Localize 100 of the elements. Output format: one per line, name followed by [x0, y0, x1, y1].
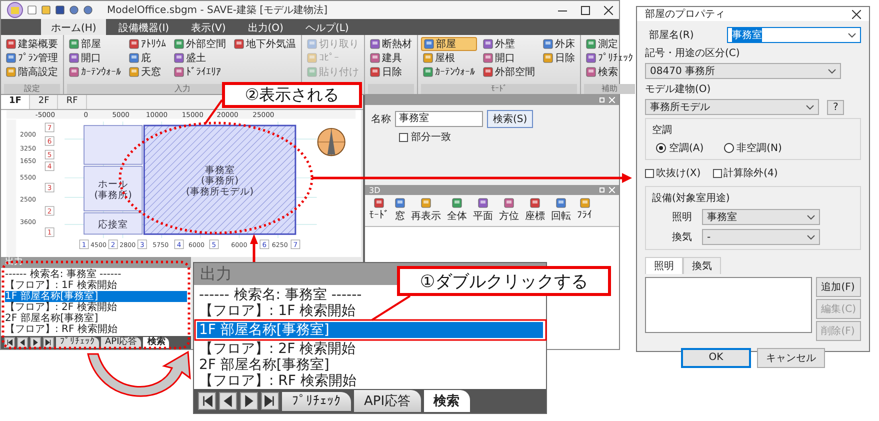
floor-tab[interactable]: 2F — [30, 95, 58, 109]
category-dropdown[interactable]: 08470 事務所 — [645, 63, 841, 79]
ribbon-button[interactable]: 盛土 — [172, 51, 228, 65]
room-area[interactable] — [84, 212, 143, 234]
ribbon-button[interactable]: 開口 — [67, 51, 123, 65]
ribbon-button[interactable]: 建具 — [368, 51, 414, 65]
menu-tab[interactable]: ホーム(H) — [41, 19, 106, 35]
ribbon-button[interactable]: 庇 — [127, 51, 168, 65]
side-button[interactable]: 追加(F) — [816, 277, 861, 297]
output-tab[interactable]: ﾌﾟﾘﾁｪｯｸ — [56, 337, 99, 348]
next-icon[interactable] — [240, 392, 258, 410]
close-icon[interactable] — [604, 6, 613, 14]
dialog-button[interactable]: キャンセル — [757, 348, 825, 368]
first-page-icon[interactable] — [198, 392, 216, 410]
output-tab[interactable]: ﾌﾟﾘﾁｪｯｸ — [282, 392, 351, 410]
search-button[interactable]: 検索(S) — [487, 110, 534, 128]
dialog-button[interactable]: OK — [681, 348, 751, 368]
next-icon[interactable] — [30, 337, 41, 348]
toolbar-button[interactable]: ﾌﾗｲ — [577, 198, 592, 223]
output-line[interactable]: 【フロア】: 1F 検索開始 — [5, 280, 187, 291]
menu-tab[interactable]: 設備機器(I) — [108, 19, 180, 35]
equipment-dropdown[interactable]: - — [702, 229, 820, 245]
toolbar-button[interactable]: 平面 — [473, 198, 493, 223]
search-field[interactable]: 事務室 — [395, 111, 483, 127]
ribbon-button[interactable]: 屋根 — [421, 51, 477, 65]
model-dropdown[interactable]: 事務所モデル — [645, 99, 819, 115]
output-line[interactable]: 2F 部屋名称[事務室] — [197, 357, 330, 373]
checkbox[interactable] — [645, 168, 654, 178]
toolbar-button[interactable]: 再表示 — [411, 198, 441, 223]
equipment-dropdown[interactable]: 事務室 — [702, 209, 820, 225]
menu-tab[interactable]: 表示(V) — [181, 19, 236, 35]
last-page-icon[interactable] — [261, 392, 279, 410]
toolbar-button[interactable]: 座標 — [525, 198, 545, 223]
checkbox[interactable] — [712, 168, 722, 178]
close-icon[interactable] — [852, 10, 861, 18]
toolbar-button[interactable]: ﾓｰﾄﾞ — [369, 198, 389, 223]
dialog-tab[interactable]: 照明 — [645, 257, 683, 274]
checkbox[interactable] — [399, 132, 408, 142]
ribbon-button[interactable]: ﾌﾟﾗﾝ管理 — [4, 51, 60, 65]
toolbar-button[interactable]: 回転 — [551, 198, 571, 223]
radio-option[interactable]: 空調(A) — [656, 141, 704, 155]
ribbon-button[interactable]: 建築概要 — [4, 37, 60, 51]
dialog-tab[interactable]: 換気 — [683, 257, 721, 274]
ribbon-button[interactable]: ﾌﾟﾘﾁｪｯｸ — [584, 51, 635, 65]
maximize-icon[interactable] — [581, 6, 590, 14]
radio-button[interactable] — [656, 143, 666, 153]
output-line[interactable]: 【フロア】: 2F 検索開始 — [5, 302, 187, 313]
output-line[interactable]: ------ 検索名: 事務室 ------ — [197, 287, 362, 303]
output-line[interactable]: ------ 検索名: 事務室 ------ — [5, 269, 187, 280]
ribbon-button[interactable]: ﾄﾞﾗｲｴﾘｱ — [172, 65, 228, 79]
room-area[interactable] — [84, 165, 143, 211]
ribbon-button[interactable]: 開口 — [481, 51, 537, 65]
menu-tab[interactable]: ヘルプ(L) — [295, 19, 359, 35]
ribbon-button[interactable]: 測定 — [584, 37, 635, 51]
ribbon-button[interactable]: 階高設定 — [4, 65, 60, 79]
toolbar-button[interactable]: 方位 — [499, 198, 519, 223]
floor-tab[interactable]: RF — [58, 95, 87, 109]
previous-icon[interactable] — [219, 392, 237, 410]
output-line[interactable]: 【フロア】: RF 検索開始 — [5, 324, 187, 335]
ribbon-button[interactable]: 外部空間 — [481, 65, 537, 79]
radio-option[interactable]: 非空調(N) — [724, 141, 782, 155]
pin-icon[interactable] — [599, 187, 605, 193]
room-area[interactable] — [143, 124, 296, 234]
ribbon-button[interactable]: 外壁 — [481, 37, 537, 51]
menu-tab[interactable]: 出力(O) — [238, 19, 294, 35]
room-name-field[interactable]: 事務室 — [727, 27, 861, 43]
ribbon-button[interactable]: 日除 — [541, 51, 577, 65]
ribbon-button[interactable]: 外床 — [541, 37, 577, 51]
ribbon-button[interactable]: 断熱材 — [368, 37, 414, 51]
last-page-icon[interactable] — [43, 337, 54, 348]
help-button[interactable]: ? — [827, 100, 844, 114]
new-file-icon[interactable] — [27, 5, 37, 15]
radio-button[interactable] — [724, 143, 734, 153]
folder-icon[interactable] — [41, 5, 51, 15]
ribbon-button[interactable]: 部屋 — [421, 37, 477, 51]
ribbon-button[interactable]: 検索 — [584, 65, 635, 79]
output-line[interactable]: 【フロア】: 1F 検索開始 — [197, 303, 356, 319]
output-tab[interactable]: 検索 — [424, 390, 470, 412]
ribbon-button[interactable]: 外部空間 — [172, 37, 228, 51]
save-icon[interactable] — [55, 5, 65, 15]
ribbon-button[interactable]: ｱﾄﾘｳﾑ — [127, 37, 168, 51]
app-logo-icon[interactable] — [7, 2, 23, 18]
ribbon-button[interactable]: 日除 — [368, 65, 414, 79]
ribbon-button[interactable]: 地下外気温 — [232, 37, 298, 51]
toolbar-button[interactable]: 全体 — [447, 198, 467, 223]
first-page-icon[interactable] — [4, 337, 15, 348]
toolbar-button[interactable]: 窓 — [395, 198, 405, 223]
output-line[interactable]: 【フロア】: RF 検索開始 — [197, 373, 356, 389]
previous-icon[interactable] — [17, 337, 28, 348]
ribbon-button[interactable]: ｶｰﾃﾝｳｫｰﾙ — [421, 65, 477, 79]
pin-icon[interactable] — [599, 97, 605, 103]
output-tab[interactable]: 検索 — [143, 337, 170, 348]
ribbon-button[interactable]: ｶｰﾃﾝｳｫｰﾙ — [67, 65, 123, 79]
output-line[interactable]: 2F 部屋名称[事務室] — [5, 313, 187, 324]
output-line[interactable]: 【フロア】: 2F 検索開始 — [197, 341, 356, 357]
list-box[interactable] — [645, 277, 812, 333]
output-tab[interactable]: API応答 — [101, 337, 142, 348]
ribbon-button[interactable]: 部屋 — [67, 37, 123, 51]
floor-tab[interactable]: 1F — [1, 95, 30, 109]
ribbon-button[interactable]: 天窓 — [127, 65, 168, 79]
